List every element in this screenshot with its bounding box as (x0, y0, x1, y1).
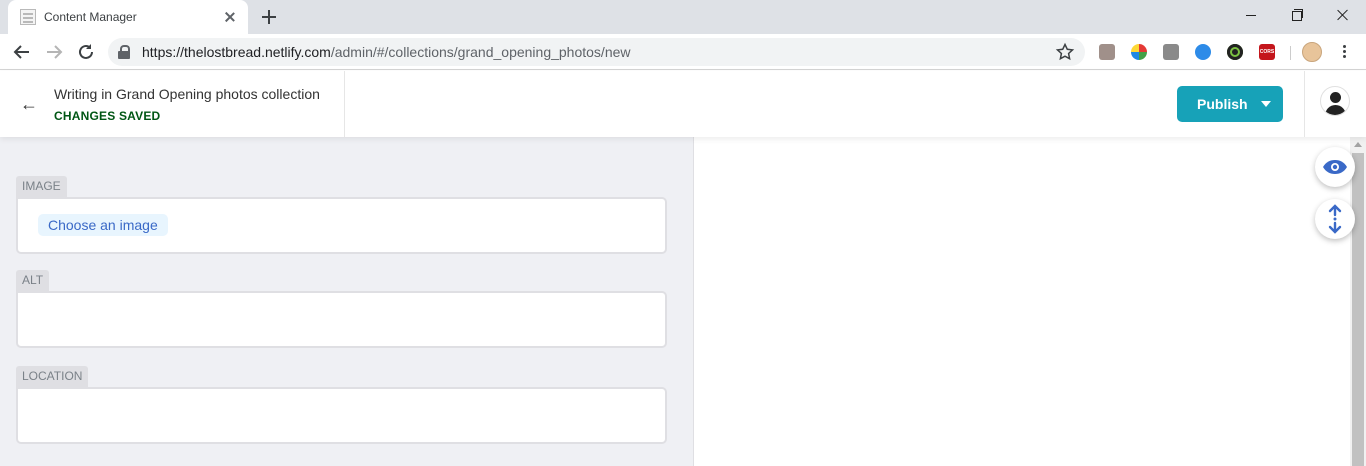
back-arrow-icon[interactable] (10, 40, 34, 64)
restore-window-icon[interactable] (1274, 0, 1320, 34)
image-field-label: IMAGE (16, 176, 67, 197)
header-divider (344, 71, 345, 137)
close-window-icon[interactable] (1320, 0, 1366, 34)
scroll-sync-icon (1328, 204, 1342, 234)
preview-scrollbar[interactable] (1350, 137, 1366, 466)
location-input[interactable] (16, 387, 667, 444)
minimize-window-icon[interactable] (1228, 0, 1274, 34)
scroll-up-arrow-icon[interactable] (1354, 142, 1362, 147)
location-field: LOCATION (16, 366, 667, 444)
scrollbar-thumb[interactable] (1352, 153, 1364, 466)
url-text[interactable]: https://thelostbread.netlify.com/admin/#… (142, 44, 1055, 60)
url-path: /admin/#/collections/grand_opening_photo… (330, 44, 631, 60)
location-field-label: LOCATION (16, 366, 89, 387)
toggle-preview-button[interactable] (1315, 147, 1355, 187)
publish-button[interactable]: Publish (1177, 86, 1283, 122)
tab-title: Content Manager (44, 10, 137, 24)
alt-field-label: ALT (16, 270, 50, 291)
choose-image-button[interactable]: Choose an image (38, 214, 168, 236)
url-host: https://thelostbread.netlify.com (142, 44, 331, 60)
cors-icon[interactable]: CORS (1259, 44, 1275, 60)
close-tab-icon[interactable] (222, 9, 238, 25)
alt-input[interactable] (16, 291, 667, 348)
bookmark-star-icon[interactable] (1055, 42, 1075, 62)
toolbar-divider (1290, 46, 1291, 60)
pdf-icon[interactable] (1099, 44, 1115, 60)
back-to-collection-icon[interactable]: ← (20, 95, 38, 113)
publish-label: Publish (1197, 96, 1248, 112)
forward-arrow-icon[interactable] (42, 40, 66, 64)
page-favicon-icon (20, 9, 36, 25)
dark-reader-icon[interactable] (1227, 44, 1243, 60)
sync-scroll-button[interactable] (1315, 199, 1355, 239)
color-picker-icon[interactable] (1131, 44, 1147, 60)
editor-header: ← Writing in Grand Opening photos collec… (0, 71, 1366, 137)
eye-icon (1323, 160, 1347, 174)
preview-pane (695, 137, 1350, 466)
image-field-box: Choose an image (16, 197, 667, 254)
browser-menu-icon[interactable] (1337, 44, 1351, 60)
header-divider-right (1304, 71, 1305, 137)
chevron-down-icon (1261, 101, 1271, 107)
new-tab-icon[interactable] (261, 9, 277, 25)
browser-toolbar: https://thelostbread.netlify.com/admin/#… (0, 34, 1366, 70)
save-status: CHANGES SAVED (54, 109, 161, 123)
ethereum-icon[interactable] (1195, 44, 1211, 60)
reload-icon[interactable] (74, 40, 98, 64)
header-text: Writing in Grand Opening photos collecti… (54, 86, 320, 123)
image-field: IMAGE Choose an image (16, 176, 667, 254)
alt-field: ALT (16, 270, 667, 348)
lock-icon (118, 45, 130, 59)
browser-profile-avatar[interactable] (1302, 42, 1322, 62)
camera-icon[interactable] (1163, 44, 1179, 60)
address-bar[interactable]: https://thelostbread.netlify.com/admin/#… (108, 38, 1085, 66)
user-avatar-icon[interactable] (1320, 86, 1350, 116)
editor-pane: IMAGE Choose an image ALT LOCATION (0, 137, 694, 466)
browser-tab[interactable]: Content Manager (8, 0, 248, 34)
header-title: Writing in Grand Opening photos collecti… (54, 86, 320, 102)
browser-titlebar: Content Manager (0, 0, 1366, 34)
